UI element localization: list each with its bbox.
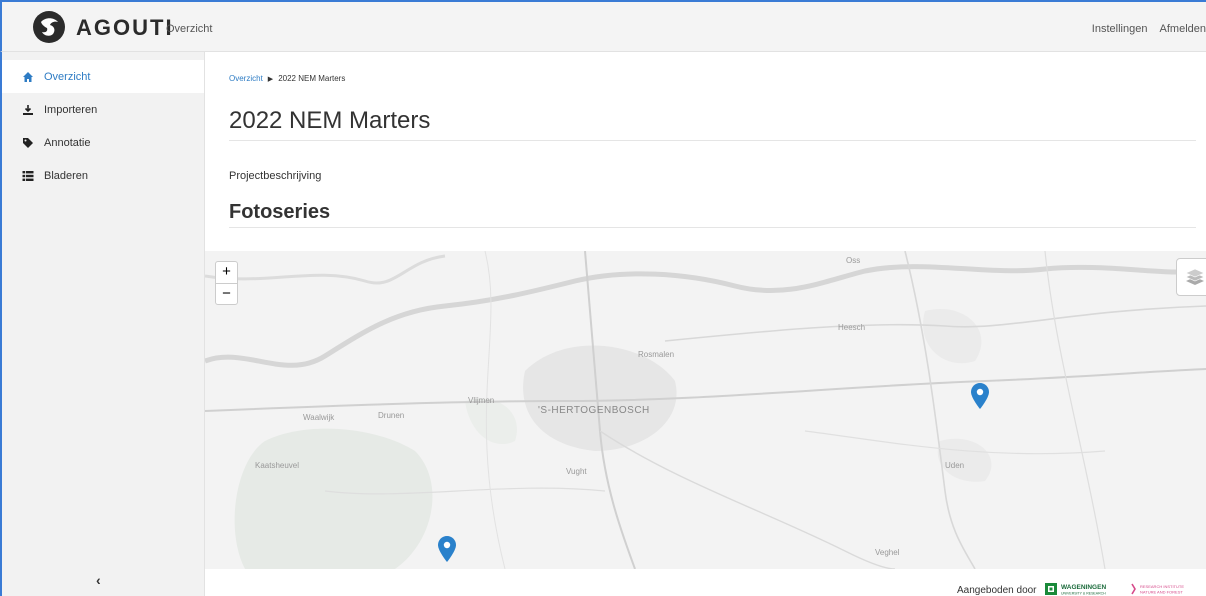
map-tiles — [205, 251, 1206, 569]
breadcrumb-root-link[interactable]: Overzicht — [229, 74, 263, 83]
place-label-vlijmen: Vlijmen — [468, 396, 495, 405]
project-description-label: Projectbeschrijving — [229, 170, 322, 182]
logout-link[interactable]: Afmelden — [1160, 23, 1206, 35]
sidebar-item-annotation[interactable]: Annotatie — [2, 126, 204, 159]
tag-icon — [22, 137, 34, 149]
breadcrumb-separator-icon: ▶ — [267, 76, 274, 83]
place-label-rosmalen: Rosmalen — [638, 350, 675, 359]
sidebar-item-label: Overzicht — [44, 70, 91, 83]
sidebar-item-label: Importeren — [44, 103, 98, 116]
layers-button[interactable] — [1176, 258, 1206, 296]
map[interactable]: + − Oss Heesch Rosmalen Vlijmen 'S-HERTO… — [205, 251, 1206, 569]
photoseries-title: Fotoseries — [229, 201, 331, 223]
top-nav-overview-link[interactable]: Overzicht — [166, 23, 212, 35]
zoom-out-button[interactable]: − — [216, 283, 237, 304]
sidebar-item-import[interactable]: Importeren — [2, 93, 204, 126]
wageningen-logo[interactable]: WAGENINGEN UNIVERSITY & RESEARCH — [1045, 582, 1115, 596]
place-label-veghel: Veghel — [875, 548, 900, 557]
inbo-logo[interactable]: RESEARCH INSTITUTE NATURE AND FOREST — [1130, 582, 1200, 596]
place-label-den-bosch: 'S-HERTOGENBOSCH — [538, 405, 650, 416]
map-marker-icon[interactable] — [438, 536, 456, 562]
zoom-control: + − — [215, 261, 238, 305]
offered-by-text: Aangeboden door — [957, 585, 1037, 596]
zoom-in-button[interactable]: + — [216, 262, 237, 283]
wageningen-logo-subtext: UNIVERSITY & RESEARCH — [1061, 592, 1106, 596]
agouti-logo-icon[interactable] — [32, 10, 66, 44]
sidebar-item-overview[interactable]: Overzicht — [2, 52, 204, 93]
list-icon — [22, 170, 34, 182]
place-label-kaatsheuvel: Kaatsheuvel — [255, 461, 300, 470]
settings-link[interactable]: Instellingen — [1092, 23, 1148, 35]
place-label-heesch: Heesch — [838, 323, 866, 332]
place-label-vught: Vught — [566, 467, 587, 476]
place-label-waalwijk: Waalwijk — [303, 413, 335, 422]
place-label-drunen: Drunen — [378, 411, 405, 420]
sidebar: Overzicht Importeren Annotatie Bladeren … — [0, 52, 205, 596]
layers-icon — [1185, 268, 1205, 285]
home-icon — [22, 71, 34, 83]
inbo-logo-text: RESEARCH INSTITUTE — [1140, 584, 1184, 589]
title-divider — [229, 140, 1196, 141]
wageningen-logo-text: WAGENINGEN — [1061, 584, 1106, 591]
top-bar: AGOUTI Overzicht Instellingen Afmelden — [0, 0, 1206, 52]
sidebar-item-label: Annotatie — [44, 136, 91, 149]
page-title: 2022 NEM Marters — [229, 107, 431, 134]
brand-name[interactable]: AGOUTI — [76, 15, 174, 41]
import-icon — [22, 104, 34, 116]
sidebar-item-browse[interactable]: Bladeren — [2, 159, 204, 192]
breadcrumb: Overzicht ▶ 2022 NEM Marters — [229, 74, 345, 83]
footer: Aangeboden door WAGENINGEN UNIVERSITY & … — [205, 569, 1206, 596]
collapse-sidebar-button[interactable]: ‹ — [96, 572, 101, 588]
map-marker-icon[interactable] — [971, 383, 989, 409]
breadcrumb-current: 2022 NEM Marters — [278, 74, 346, 83]
place-label-oss: Oss — [846, 256, 861, 265]
inbo-logo-subtext: NATURE AND FOREST — [1140, 590, 1183, 595]
sidebar-item-label: Bladeren — [44, 169, 89, 182]
section-divider — [229, 227, 1196, 228]
place-label-uden: Uden — [945, 461, 965, 470]
top-right-menu: Instellingen Afmelden — [1083, 23, 1206, 35]
